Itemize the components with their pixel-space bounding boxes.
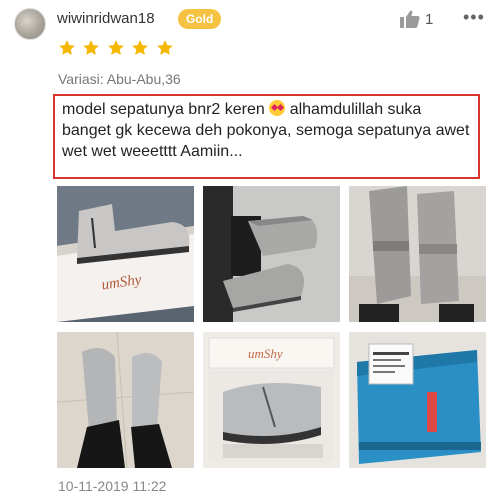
thumbs-up-icon: [400, 10, 420, 28]
star-icon: [156, 39, 174, 57]
username[interactable]: wiwinridwan18: [57, 10, 155, 27]
like-button[interactable]: 1: [400, 8, 446, 32]
more-icon[interactable]: •••: [463, 7, 485, 28]
photo-feet-standing[interactable]: [57, 332, 194, 468]
review-date: 10-11-2019 11:22: [58, 478, 167, 494]
star-icon: [131, 39, 149, 57]
review-text-part1: model sepatunya bnr2 keren: [62, 101, 270, 118]
star-icon: [82, 39, 100, 57]
photo-package[interactable]: [349, 332, 486, 468]
like-count: 1: [425, 11, 434, 28]
star-icon: [107, 39, 125, 57]
avatar[interactable]: [14, 8, 46, 40]
box-lid-brand-logo: umShy: [248, 346, 283, 361]
star-icon: [58, 39, 76, 57]
review-header: wiwinridwan18 Gold 1 •••: [0, 0, 500, 40]
photo-box-open[interactable]: umShy: [203, 332, 340, 468]
gold-badge: Gold: [178, 9, 222, 29]
review-text: model sepatunya bnr2 keren alhamdulillah…: [53, 94, 480, 179]
variation-label: Variasi: Abu-Abu,36: [58, 71, 181, 87]
heart-eyes-emoji-icon: [269, 100, 286, 116]
rating-stars: [58, 39, 176, 57]
photo-feet-top[interactable]: [349, 186, 486, 322]
photo-box-side[interactable]: umShy: [57, 186, 194, 322]
photo-feet-floor[interactable]: [203, 186, 340, 322]
